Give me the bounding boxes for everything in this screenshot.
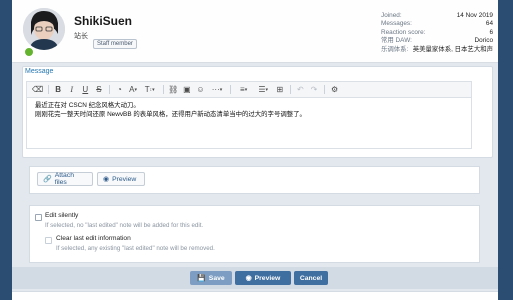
bold-icon[interactable]: B bbox=[52, 83, 65, 96]
stat-value: 64 bbox=[485, 20, 493, 28]
toolbar-divider bbox=[108, 85, 110, 94]
stat-value: 14 Nov 2019 bbox=[456, 12, 493, 19]
toolbar-divider bbox=[47, 85, 49, 94]
editor-toolbar: ⌫ B I U S ◔ A ▾ T ↕▾ ⛓ ▣ ☺ ··· ▾ ≡ ▾ ☰ ▾ ⊞ ↶ … bbox=[26, 81, 472, 97]
link-icon[interactable]: ⛓ bbox=[167, 83, 180, 96]
attach-files-label: Attach files bbox=[54, 172, 74, 186]
toolbar-divider bbox=[230, 85, 232, 94]
next-post-strip bbox=[12, 291, 498, 300]
stat-value: Dorico bbox=[474, 37, 493, 45]
smilies-icon[interactable]: ☺ bbox=[194, 83, 207, 96]
save-button[interactable]: 💾 Save bbox=[190, 271, 232, 285]
preview-label: Preview bbox=[112, 175, 137, 183]
font-size-icon[interactable]: T ↕▾ bbox=[140, 83, 159, 96]
stat-value: 英美量家体系, 日本艺大和声 bbox=[412, 45, 493, 53]
undo-icon[interactable]: ↶ bbox=[294, 83, 307, 96]
edit-silently-checkbox[interactable] bbox=[35, 214, 42, 221]
user-title: 站长 bbox=[74, 33, 88, 40]
italic-icon[interactable]: I bbox=[65, 83, 78, 96]
message-editor[interactable]: 最近正在对 CSCN 纪念风格大动刀。 刚刚花完一整天时间还原 NewvBB 的… bbox=[26, 97, 472, 149]
avatar[interactable] bbox=[23, 8, 65, 50]
stat-harmony-system: 乐调体系: 英美量家体系, 日本艺大和声 bbox=[381, 46, 493, 54]
stat-reaction-score: Reaction score: 6 bbox=[381, 29, 493, 37]
stat-label: 常用 DAW: bbox=[381, 37, 412, 45]
paperclip-icon: 🔗 bbox=[43, 176, 52, 183]
stat-messages: Messages: 64 bbox=[381, 20, 493, 28]
align-icon[interactable]: ≡ ▾ bbox=[234, 83, 253, 96]
stat-value: 6 bbox=[489, 28, 493, 36]
more-icon[interactable]: ··· ▾ bbox=[208, 83, 227, 96]
font-family-icon[interactable]: A ▾ bbox=[127, 83, 140, 96]
clear-last-edit-hint: If selected, any existing "last edited" … bbox=[56, 245, 215, 252]
toolbar-divider bbox=[289, 85, 291, 94]
save-icon: 💾 bbox=[197, 275, 206, 282]
editor-line: 刚刚花完一整天时间还原 NewvBB 的表单风格，还得用户新动态清单当中的过大的… bbox=[35, 111, 306, 118]
stat-label: Joined: bbox=[381, 12, 402, 19]
stat-label: 乐调体系: bbox=[381, 45, 409, 53]
stat-label: Messages: bbox=[381, 20, 412, 28]
edit-silently-label[interactable]: Edit silently bbox=[45, 212, 78, 219]
edit-options: Edit silently If selected, no "last edit… bbox=[29, 205, 480, 263]
editor-line: 最近正在对 CSCN 纪念风格大动刀。 bbox=[35, 102, 140, 109]
form-action-bar: 💾 Save ◉ Preview Cancel bbox=[12, 267, 498, 289]
stat-label: Reaction score: bbox=[381, 28, 426, 36]
staff-badge: Staff member bbox=[93, 39, 137, 49]
preview-button-secondary[interactable]: ◉ Preview bbox=[97, 172, 145, 186]
attachment-bar: 🔗 Attach files ◉ Preview bbox=[29, 166, 480, 194]
user-stats: Joined: 14 Nov 2019 Messages: 64 Reaction … bbox=[381, 12, 493, 54]
text-color-icon[interactable]: ◔ bbox=[113, 83, 126, 96]
image-icon[interactable]: ▣ bbox=[180, 83, 193, 96]
preview-button[interactable]: ◉ Preview bbox=[235, 271, 291, 285]
stat-joined: Joined: 14 Nov 2019 bbox=[381, 12, 493, 20]
underline-icon[interactable]: U bbox=[79, 83, 92, 96]
username[interactable]: ShikiSuen bbox=[74, 14, 132, 28]
clear-last-edit-label[interactable]: Clear last edit information bbox=[56, 235, 131, 242]
save-label: Save bbox=[208, 274, 225, 282]
clear-last-edit-checkbox[interactable] bbox=[45, 237, 52, 244]
message-label: Message bbox=[25, 68, 54, 75]
online-status-dot bbox=[24, 47, 34, 57]
attach-files-button[interactable]: 🔗 Attach files bbox=[37, 172, 93, 186]
cancel-label: Cancel bbox=[299, 274, 323, 282]
user-panel: ShikiSuen 站长 Staff member Joined: 14 Nov … bbox=[12, 0, 498, 63]
list-icon[interactable]: ☰ ▾ bbox=[254, 83, 273, 96]
redo-icon[interactable]: ↷ bbox=[308, 83, 321, 96]
eye-icon: ◉ bbox=[245, 275, 252, 282]
cancel-button[interactable]: Cancel bbox=[294, 271, 328, 285]
preview-label: Preview bbox=[254, 274, 281, 282]
toolbar-divider bbox=[324, 85, 326, 94]
eye-icon: ◉ bbox=[103, 176, 110, 183]
table-icon[interactable]: ⊞ bbox=[273, 83, 286, 96]
edit-silently-hint: If selected, no "last edited" note will … bbox=[45, 222, 204, 229]
strikethrough-icon[interactable]: S bbox=[92, 83, 105, 96]
eraser-icon[interactable]: ⌫ bbox=[31, 83, 44, 96]
toolbar-divider bbox=[162, 85, 164, 94]
stat-daw: 常用 DAW: Dorico bbox=[381, 37, 493, 45]
bbcode-icon[interactable]: ⚙ bbox=[328, 83, 341, 96]
